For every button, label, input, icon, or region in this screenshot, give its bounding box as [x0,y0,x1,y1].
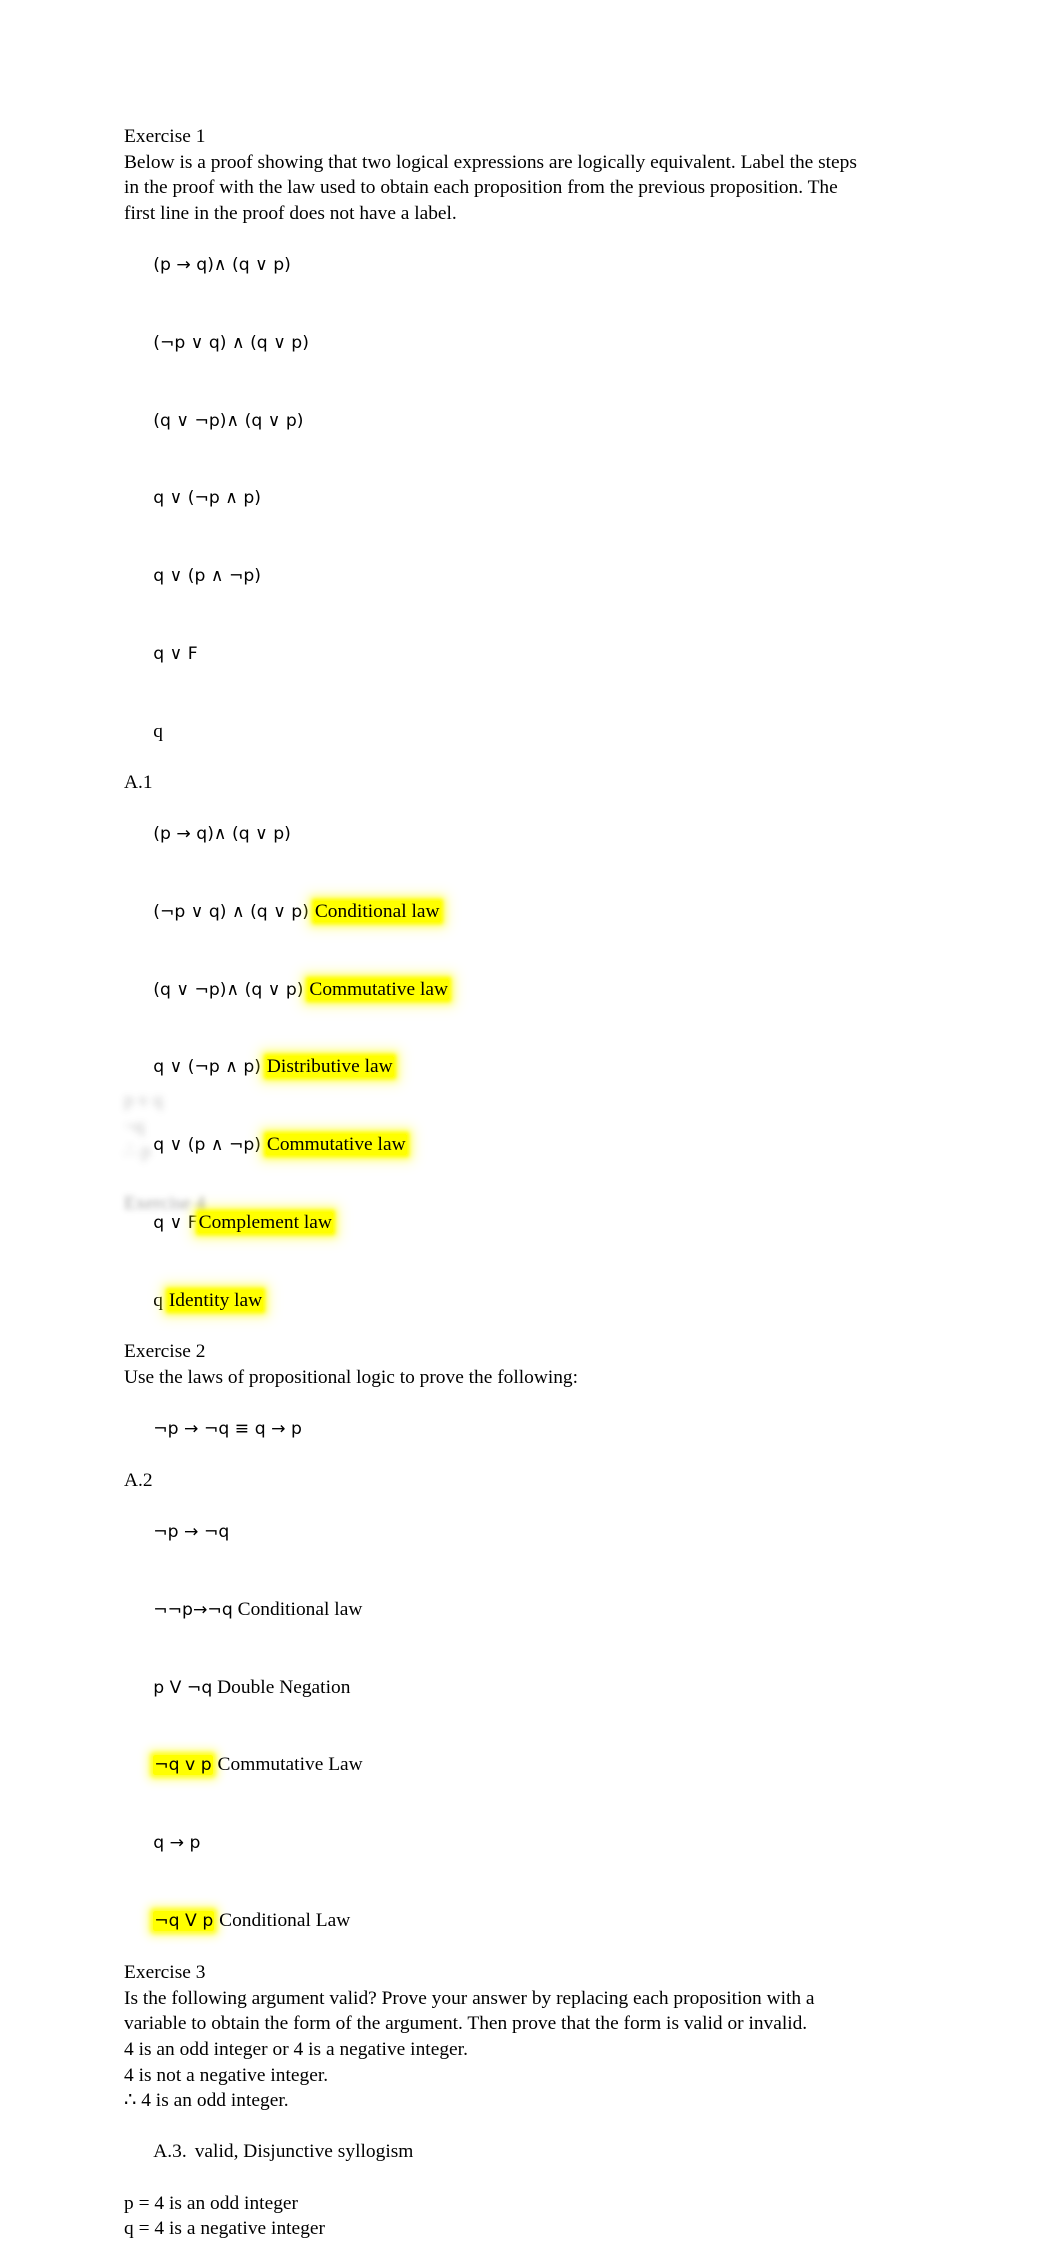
logic-expression: q ∨ F [153,643,198,664]
exercise2-answer-step-5: q → p [124,1805,870,1883]
exercise3-answer-text: valid, Disjunctive syllogism [194,2141,414,2163]
law-label: Conditional law [237,1598,363,1620]
obscured-spacer [124,1165,424,1191]
logic-expression: (p → q)∧ (q ∨ p) [153,824,291,845]
law-label: Conditional Law [219,1909,351,1931]
exercise3-conclusion: ∴ 4 is an odd integer. [124,2090,289,2112]
exercise3-answer-label: A.3. [153,2141,187,2163]
logic-expression: p V ¬q [153,1677,213,1698]
exercise1-given-line-7: q [124,693,870,770]
exercise3-variable-p: p = 4 is an odd integer [124,2192,299,2214]
logic-expression: ¬p → ¬q [153,1522,230,1543]
obscured-line-2: ¬q [124,1115,145,1137]
exercise2-answer-step-4: ¬q v p Commutative Law [124,1727,870,1805]
law-label-highlighted: Identity law [167,1289,264,1311]
exercise1-answer-step-7: q Identity law [124,1262,870,1339]
logic-expression: q ∨ (¬p ∧ p) [153,488,262,509]
logic-expression-highlighted: ¬q V p [153,1910,215,1931]
exercise2-answer-step-6: ¬q V p Conditional Law [124,1882,870,1960]
exercise1-given-line-1: (p → q)∧ (q ∨ p) [124,226,870,304]
exercise2-heading: Exercise 2 [124,1340,206,1362]
logic-expression: q ∨ (p ∧ ¬p) [153,566,262,587]
logic-expression: (p → q)∧ (q ∨ p) [153,254,291,275]
exercise3-premise-1: 4 is an odd integer or 4 is a negative i… [124,2038,468,2060]
exercise2-statement: ¬p → ¬q ≡ q → p [124,1390,870,1468]
exercise2-answer-step-3: p V ¬q Double Negation [124,1649,870,1727]
obscured-line-3: ∴ p [124,1141,151,1163]
exercise1-given-line-4: q ∨ (¬p ∧ p) [124,460,870,538]
exercise1-answer-step-2: (¬p ∨ q) ∧ (q ∨ p) Conditional law [124,873,870,951]
logic-expression: ¬¬p→¬q [153,1599,233,1620]
logic-expression: (q ∨ ¬p)∧ (q ∨ p) [153,410,304,431]
exercise3-heading: Exercise 3 [124,1962,206,1984]
logic-expression: q [153,1289,163,1311]
law-label-highlighted: Conditional law [313,900,441,922]
obscured-text-block: p v q ¬q ∴ p Exercise 4 [124,1088,424,1216]
logic-expression: (¬p ∨ q) ∧ (q ∨ p) [153,901,309,922]
logic-expression: (¬p ∨ q) ∧ (q ∨ p) [153,332,309,353]
exercise2-prompt: Use the laws of propositional logic to p… [124,1366,578,1388]
law-label-highlighted: Distributive law [265,1056,394,1078]
exercise2-answer-label: A.2 [124,1469,153,1491]
document-page: Exercise 1 Below is a proof showing that… [0,0,1062,2239]
logic-expression: (q ∨ ¬p)∧ (q ∨ p) [153,979,304,1000]
exercise1-given-line-3: (q ∨ ¬p)∧ (q ∨ p) [124,382,870,460]
exercise3-variable-q: q = 4 is a negative integer [124,2218,326,2240]
law-label: Double Negation [217,1676,351,1698]
exercise1-heading: Exercise 1 [124,126,206,147]
exercise3-prompt: Is the following argument valid? Prove y… [124,1987,815,2035]
exercise2-answer-step-1: ¬p → ¬q [124,1493,870,1571]
law-label: Commutative Law [217,1754,363,1776]
logic-expression: q → p [153,1833,201,1854]
exercise1-answer-label: A.1 [124,771,153,793]
logic-expression: q [153,720,163,742]
exercise3-premise-2: 4 is not a negative integer. [124,2064,329,2086]
exercise1-prompt: Below is a proof showing that two logica… [124,151,857,224]
exercise1-given-line-5: q ∨ (p ∧ ¬p) [124,538,870,616]
exercise1-answer-step-3: (q ∨ ¬p)∧ (q ∨ p) Commutative law [124,951,870,1029]
exercise2-answer-step-2: ¬¬p→¬q Conditional law [124,1571,870,1649]
law-label-highlighted: Commutative law [308,978,450,1000]
obscured-trailing-heading: Exercise 4 [124,1192,206,1214]
exercise1-answer-step-1: (p → q)∧ (q ∨ p) [124,795,870,873]
logic-expression: q ∨ (¬p ∧ p) [153,1057,262,1078]
exercise3-answer: A.3. valid, Disjunctive syllogism [124,2114,870,2191]
logic-expression: ¬p → ¬q ≡ q → p [153,1418,302,1439]
logic-expression-highlighted: ¬q v p [153,1755,213,1776]
exercise1-given-line-6: q ∨ F [124,615,870,693]
obscured-line-1: p v q [124,1090,163,1111]
exercise1-given-line-2: (¬p ∨ q) ∧ (q ∨ p) [124,304,870,382]
